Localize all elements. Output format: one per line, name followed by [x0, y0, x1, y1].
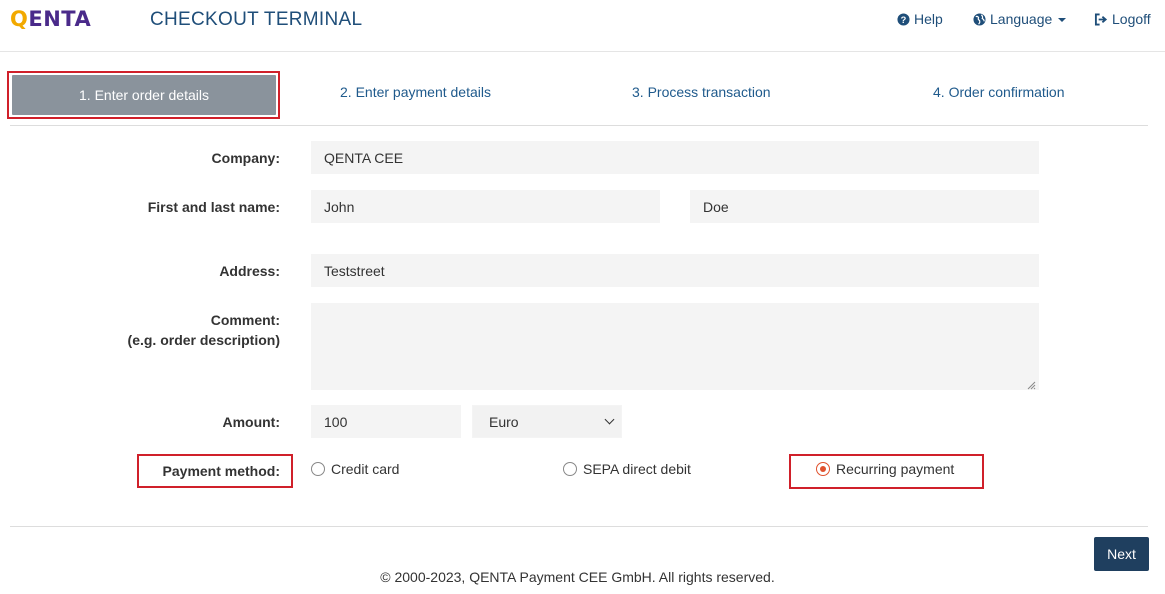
- currency-value: Euro: [489, 413, 519, 430]
- help-label: Help: [914, 11, 943, 27]
- company-field[interactable]: QENTA CEE: [311, 141, 1039, 174]
- radio-label: Recurring payment: [836, 461, 955, 477]
- logo-text: ENTA: [28, 7, 92, 31]
- company-label: Company:: [211, 150, 280, 166]
- radio-recurring-payment[interactable]: Recurring payment: [816, 461, 954, 477]
- checkout-steps: 1. Enter order details 2. Enter payment …: [0, 70, 1165, 126]
- divider: [10, 526, 1148, 527]
- resize-handle-icon[interactable]: [1026, 377, 1036, 390]
- radio-label: SEPA direct debit: [583, 461, 691, 477]
- address-field[interactable]: Teststreet: [311, 254, 1039, 287]
- first-name-field[interactable]: John: [311, 190, 660, 223]
- radio-label: Credit card: [331, 461, 400, 477]
- qenta-logo[interactable]: QENTA: [10, 7, 91, 31]
- sign-out-icon: [1094, 12, 1108, 26]
- question-circle-icon: ?: [897, 12, 910, 26]
- comment-label-line2: (e.g. order description): [127, 332, 280, 348]
- svg-text:?: ?: [901, 14, 907, 24]
- radio-credit-card[interactable]: Credit card: [311, 461, 399, 477]
- comment-label: Comment: (e.g. order description): [128, 310, 280, 350]
- top-header: QENTA CHECKOUT TERMINAL ? Help Language …: [0, 0, 1165, 52]
- radio-button[interactable]: [563, 462, 577, 476]
- step-1[interactable]: 1. Enter order details: [12, 75, 276, 115]
- logoff-label: Logoff: [1112, 11, 1151, 27]
- language-dropdown[interactable]: Language: [973, 11, 1067, 27]
- currency-select[interactable]: Euro: [472, 405, 622, 438]
- radio-sepa-direct-debit[interactable]: SEPA direct debit: [563, 461, 691, 477]
- radio-button[interactable]: [311, 462, 325, 476]
- amount-label: Amount:: [222, 414, 280, 430]
- last-name-field[interactable]: Doe: [690, 190, 1039, 223]
- comment-textarea[interactable]: [311, 303, 1039, 390]
- page-title: CHECKOUT TERMINAL: [150, 9, 363, 30]
- help-link[interactable]: ? Help: [897, 11, 943, 27]
- comment-label-line1: Comment:: [210, 312, 280, 328]
- next-button[interactable]: Next: [1094, 537, 1149, 571]
- logoff-link[interactable]: Logoff: [1094, 11, 1151, 27]
- divider: [10, 125, 1148, 126]
- payment-method-label: Payment method:: [162, 463, 280, 479]
- step-4[interactable]: 4. Order confirmation: [933, 84, 1065, 100]
- radio-button-selected[interactable]: [816, 462, 830, 476]
- chevron-down-icon: [604, 414, 615, 425]
- globe-icon: [973, 12, 986, 26]
- address-label: Address:: [219, 263, 280, 279]
- step-2[interactable]: 2. Enter payment details: [340, 84, 491, 100]
- chevron-down-icon: [1058, 18, 1067, 22]
- step-3[interactable]: 3. Process transaction: [632, 84, 771, 100]
- logo-q: Q: [10, 7, 29, 31]
- footer-copyright: © 2000-2023, QENTA Payment CEE GmbH. All…: [380, 569, 775, 585]
- name-label: First and last name:: [147, 199, 280, 215]
- language-label: Language: [990, 11, 1053, 27]
- amount-field[interactable]: 100: [311, 405, 461, 438]
